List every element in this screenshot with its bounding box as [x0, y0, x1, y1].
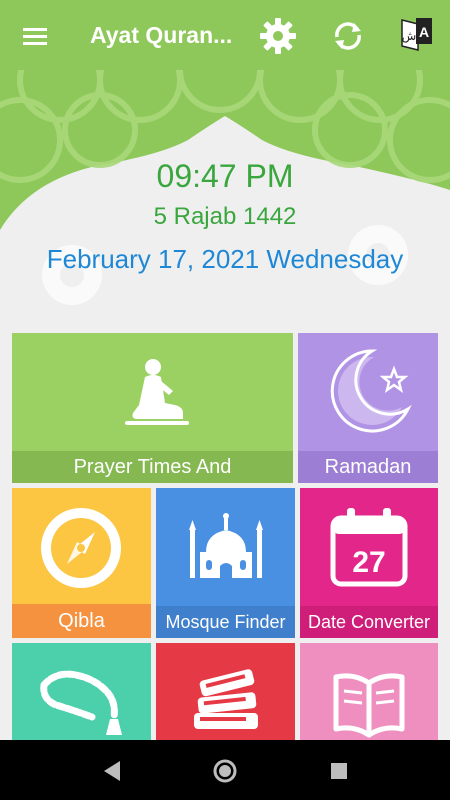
tile-label: Mosque Finder [156, 606, 295, 638]
calendar-day: 27 [352, 546, 385, 579]
hijri-date: 5 Rajab 1442 [153, 203, 297, 230]
lang-letter: A [419, 24, 429, 40]
tasbih-icon [40, 670, 122, 735]
tile-open-book[interactable] [300, 643, 438, 740]
tile-mosque-finder[interactable]: Mosque Finder [156, 488, 295, 638]
tile-books[interactable] [156, 643, 295, 740]
gregorian-date: February 17, 2021 Wednesday [46, 244, 404, 274]
tile-tasbih[interactable] [12, 643, 151, 740]
language-icon[interactable]: A ش [396, 14, 436, 54]
app-bar: Ayat Quran... A ش [0, 0, 450, 70]
back-icon[interactable] [100, 758, 126, 784]
tile-label: Ramadan [298, 451, 438, 483]
gear-icon[interactable] [258, 16, 298, 56]
tile-label: Qibla [12, 604, 151, 638]
decorative-pattern [0, 70, 450, 305]
date-header: 09:47 PM 5 Rajab 1442 February 17, 2021 … [0, 70, 450, 330]
tile-date-converter[interactable]: 27 Date Converter [300, 488, 438, 638]
recents-icon[interactable] [326, 758, 352, 784]
tile-qibla[interactable]: Qibla [12, 488, 151, 638]
menu-icon[interactable] [18, 22, 52, 52]
open-book-icon [333, 673, 405, 738]
compass-icon [41, 508, 121, 588]
lang-arabic: ش [402, 29, 417, 44]
prayer-icon [125, 359, 189, 425]
calendar-icon: 27 [330, 508, 408, 587]
current-time: 09:47 PM [156, 158, 294, 194]
home-icon[interactable] [212, 758, 238, 784]
books-icon [194, 669, 258, 729]
app-title: Ayat Quran... [90, 22, 233, 48]
refresh-icon[interactable] [328, 16, 368, 56]
mosque-icon [189, 513, 263, 578]
tile-prayer-times[interactable]: Prayer Times And [12, 333, 293, 483]
crescent-star-icon [330, 349, 412, 433]
system-nav-bar [0, 740, 450, 800]
feature-grid: Prayer Times And Ramadan Qibla Mosque Fi… [0, 330, 450, 740]
tile-label: Date Converter [300, 606, 438, 638]
tile-ramadan[interactable]: Ramadan [298, 333, 438, 483]
tile-label: Prayer Times And [12, 451, 293, 483]
